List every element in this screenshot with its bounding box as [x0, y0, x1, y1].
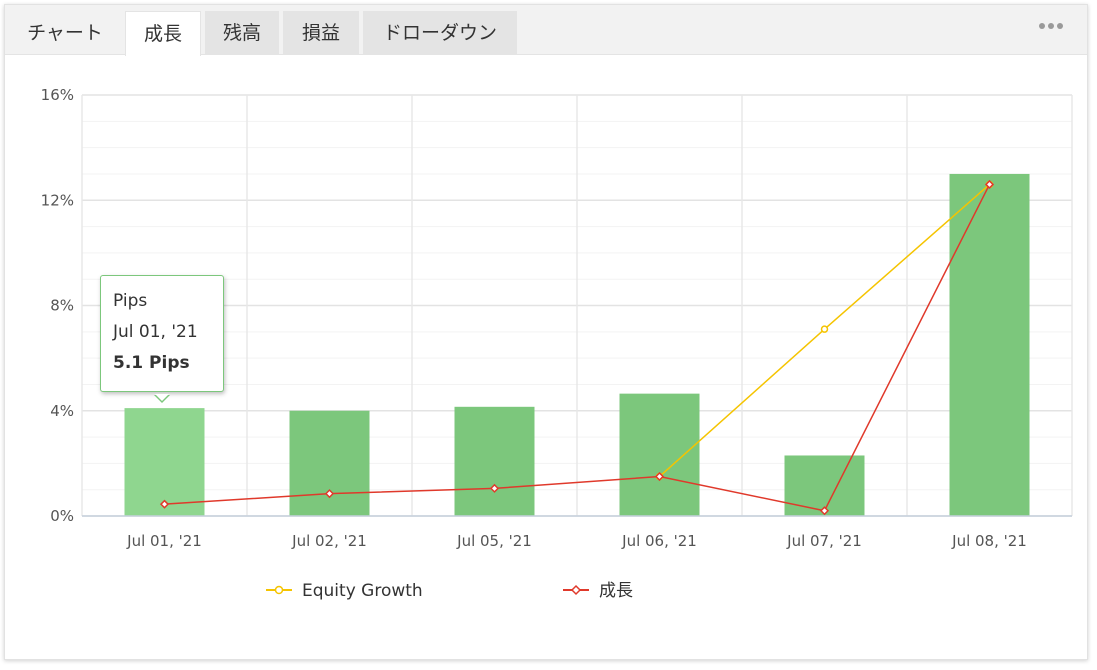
x-tick-label: Jul 05, '21 [456, 532, 532, 550]
point-equity-growth [820, 325, 829, 333]
tooltip-title: Pips [113, 291, 148, 311]
x-tick-label: Jul 06, '21 [621, 532, 697, 550]
tooltip-value: 5.1 Pips [113, 353, 190, 373]
x-tick-label: Jul 01, '21 [126, 532, 202, 550]
y-tick-label: 4% [50, 402, 74, 420]
y-tick-label: 8% [50, 297, 74, 315]
bar-pips [289, 410, 370, 516]
legend-marker-growth [570, 584, 582, 596]
y-tick-label: 0% [50, 507, 74, 525]
bar-pips [619, 393, 700, 516]
y-tick-label: 16% [41, 86, 74, 104]
y-tick-label: 12% [41, 191, 74, 209]
bar-pips [454, 406, 535, 516]
x-tick-label: Jul 02, '21 [291, 532, 367, 550]
legend-marker-equity-growth [274, 585, 284, 595]
legend-label-equity-growth: Equity Growth [302, 581, 423, 601]
x-tick-label: Jul 08, '21 [951, 532, 1027, 550]
legend-label-growth: 成長 [599, 581, 633, 601]
x-tick-label: Jul 07, '21 [786, 532, 862, 550]
tooltip-arrow-inner [155, 394, 169, 401]
tooltip-date: Jul 01, '21 [113, 322, 198, 342]
chart-tooltip: Pips Jul 01, '21 5.1 Pips [100, 275, 224, 392]
bar-pips [949, 173, 1030, 516]
